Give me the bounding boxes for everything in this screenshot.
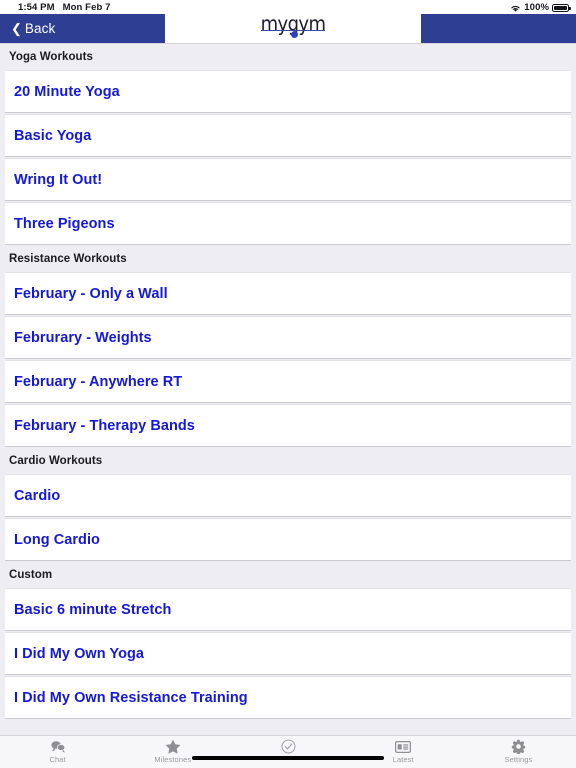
- list-item-label: February - Anywhere RT: [14, 373, 183, 390]
- list-item[interactable]: Cardio: [5, 474, 571, 517]
- tab-latest[interactable]: Latest: [346, 736, 461, 768]
- list-item[interactable]: February - Therapy Bands: [5, 404, 571, 447]
- navigation-bar: ❮ Back mygym: [0, 13, 576, 44]
- list-item[interactable]: February - Anywhere RT: [5, 360, 571, 403]
- logo-dot-icon: [291, 31, 298, 38]
- list-item[interactable]: 20 Minute Yoga: [5, 70, 571, 113]
- status-date: Mon Feb 7: [62, 1, 111, 13]
- battery-percent-label: 100%: [524, 1, 549, 13]
- tab-workouts[interactable]: [230, 736, 345, 768]
- status-bar-left: 1:54 PM Mon Feb 7: [18, 2, 110, 13]
- section-header-yoga: Yoga Workouts: [0, 44, 576, 70]
- gear-icon: [511, 739, 526, 754]
- tab-label-settings: Settings: [504, 755, 533, 764]
- workout-list[interactable]: Yoga Workouts 20 Minute Yoga Basic Yoga …: [0, 44, 576, 735]
- list-item[interactable]: I Did My Own Yoga: [5, 632, 571, 675]
- app-root: 1:54 PM Mon Feb 7 100% ❮ Back mygym Yoga…: [0, 0, 576, 768]
- list-item-label: 20 Minute Yoga: [14, 83, 120, 100]
- chevron-left-icon: ❮: [11, 21, 22, 36]
- home-indicator: [192, 756, 384, 760]
- tab-settings[interactable]: Settings: [461, 736, 576, 768]
- nav-right-block[interactable]: [421, 14, 576, 43]
- back-button-label: Back: [24, 21, 56, 36]
- wifi-icon: [510, 4, 521, 13]
- list-item-label: February - Only a Wall: [14, 285, 168, 302]
- back-button[interactable]: ❮ Back: [0, 14, 165, 43]
- tab-label-latest: Latest: [392, 755, 414, 764]
- list-item-label: Februrary - Weights: [14, 329, 152, 346]
- tab-label-milestones: Milestones: [154, 755, 192, 764]
- news-card-icon: [395, 739, 412, 754]
- star-icon: [165, 739, 181, 754]
- list-item[interactable]: Basic 6 minute Stretch: [5, 588, 571, 631]
- list-item-label: I Did My Own Yoga: [14, 645, 145, 662]
- nav-title-area: mygym: [165, 13, 421, 43]
- mygym-logo: mygym: [260, 13, 326, 42]
- list-item-label: I Did My Own Resistance Training: [14, 689, 248, 706]
- list-item[interactable]: Three Pigeons: [5, 202, 571, 245]
- list-item[interactable]: Wring It Out!: [5, 158, 571, 201]
- list-item-label: February - Therapy Bands: [14, 417, 195, 434]
- list-item-label: Cardio: [14, 487, 61, 504]
- list-item[interactable]: I Did My Own Resistance Training: [5, 676, 571, 719]
- chat-bubbles-icon: [50, 739, 66, 754]
- list-item-label: Long Cardio: [14, 531, 100, 548]
- status-time: 1:54 PM: [18, 1, 55, 13]
- tab-milestones[interactable]: Milestones: [115, 736, 230, 768]
- section-header-custom: Custom: [0, 562, 576, 588]
- list-item[interactable]: Basic Yoga: [5, 114, 571, 157]
- tab-bar: Chat Milestones Latest Settings: [0, 735, 576, 768]
- list-item-label: Wring It Out!: [14, 171, 103, 188]
- section-header-resistance: Resistance Workouts: [0, 246, 576, 272]
- battery-full-icon: [552, 3, 571, 13]
- list-item-label: Basic Yoga: [14, 127, 92, 144]
- list-item-label: Basic 6 minute Stretch: [14, 601, 172, 618]
- list-item[interactable]: February - Only a Wall: [5, 272, 571, 315]
- list-item[interactable]: Februrary - Weights: [5, 316, 571, 359]
- tab-chat[interactable]: Chat: [0, 736, 115, 768]
- tab-label-chat: Chat: [49, 755, 66, 764]
- check-circle-icon: [281, 739, 296, 754]
- section-header-cardio: Cardio Workouts: [0, 448, 576, 474]
- status-bar-right: 100%: [510, 1, 571, 13]
- list-item-label: Three Pigeons: [14, 215, 115, 232]
- list-item[interactable]: Long Cardio: [5, 518, 571, 561]
